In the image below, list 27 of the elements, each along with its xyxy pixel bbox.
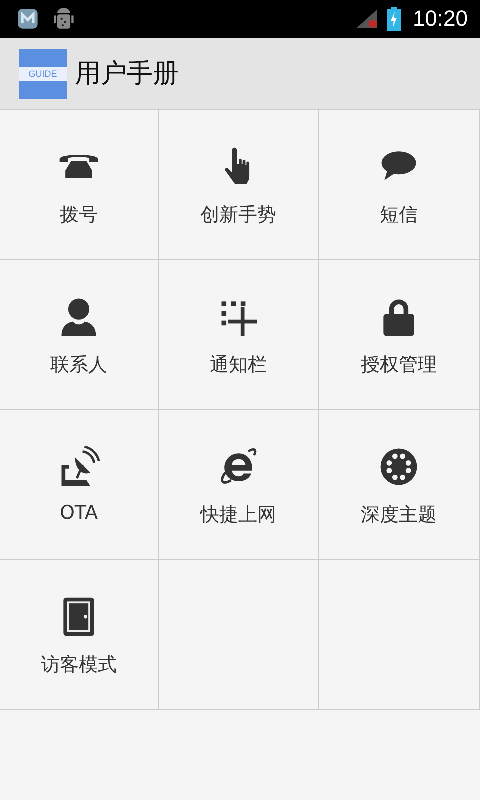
tile-label: 深度主题 xyxy=(361,503,437,528)
app-title: 用户手册 xyxy=(75,58,179,91)
menu-tile[interactable]: 联系人 xyxy=(0,260,159,410)
tile-label: 拨号 xyxy=(60,203,98,228)
menu-tile[interactable]: OTA xyxy=(0,410,159,560)
android-icon xyxy=(52,7,76,31)
menu-tile[interactable]: 授权管理 xyxy=(319,260,480,410)
tile-label: 短信 xyxy=(380,203,418,228)
menu-tile[interactable]: 快捷上网 xyxy=(159,410,319,560)
tile-label: 授权管理 xyxy=(361,353,437,378)
app-notification-icon xyxy=(16,7,40,31)
menu-tile[interactable]: 深度主题 xyxy=(319,410,480,560)
tile-label: 创新手势 xyxy=(200,203,276,228)
tile-label: 访客模式 xyxy=(41,653,117,678)
menu-tile[interactable]: 访客模式 xyxy=(0,560,159,710)
tile-label: 联系人 xyxy=(50,353,108,378)
tile-label: 快捷上网 xyxy=(200,503,276,528)
signal-icon xyxy=(354,9,379,29)
clock: 10:20 xyxy=(412,6,468,32)
battery-charging-icon xyxy=(386,7,401,31)
menu-tile[interactable]: 拨号 xyxy=(0,110,159,260)
menu-tile[interactable]: 短信 xyxy=(319,110,480,260)
menu-tile[interactable]: 创新手势 xyxy=(159,110,319,260)
menu-tile[interactable]: 通知栏 xyxy=(159,260,319,410)
tile-label: OTA xyxy=(60,502,98,524)
logo-label: GUIDE xyxy=(19,66,67,80)
tile-label: 通知栏 xyxy=(210,353,267,378)
